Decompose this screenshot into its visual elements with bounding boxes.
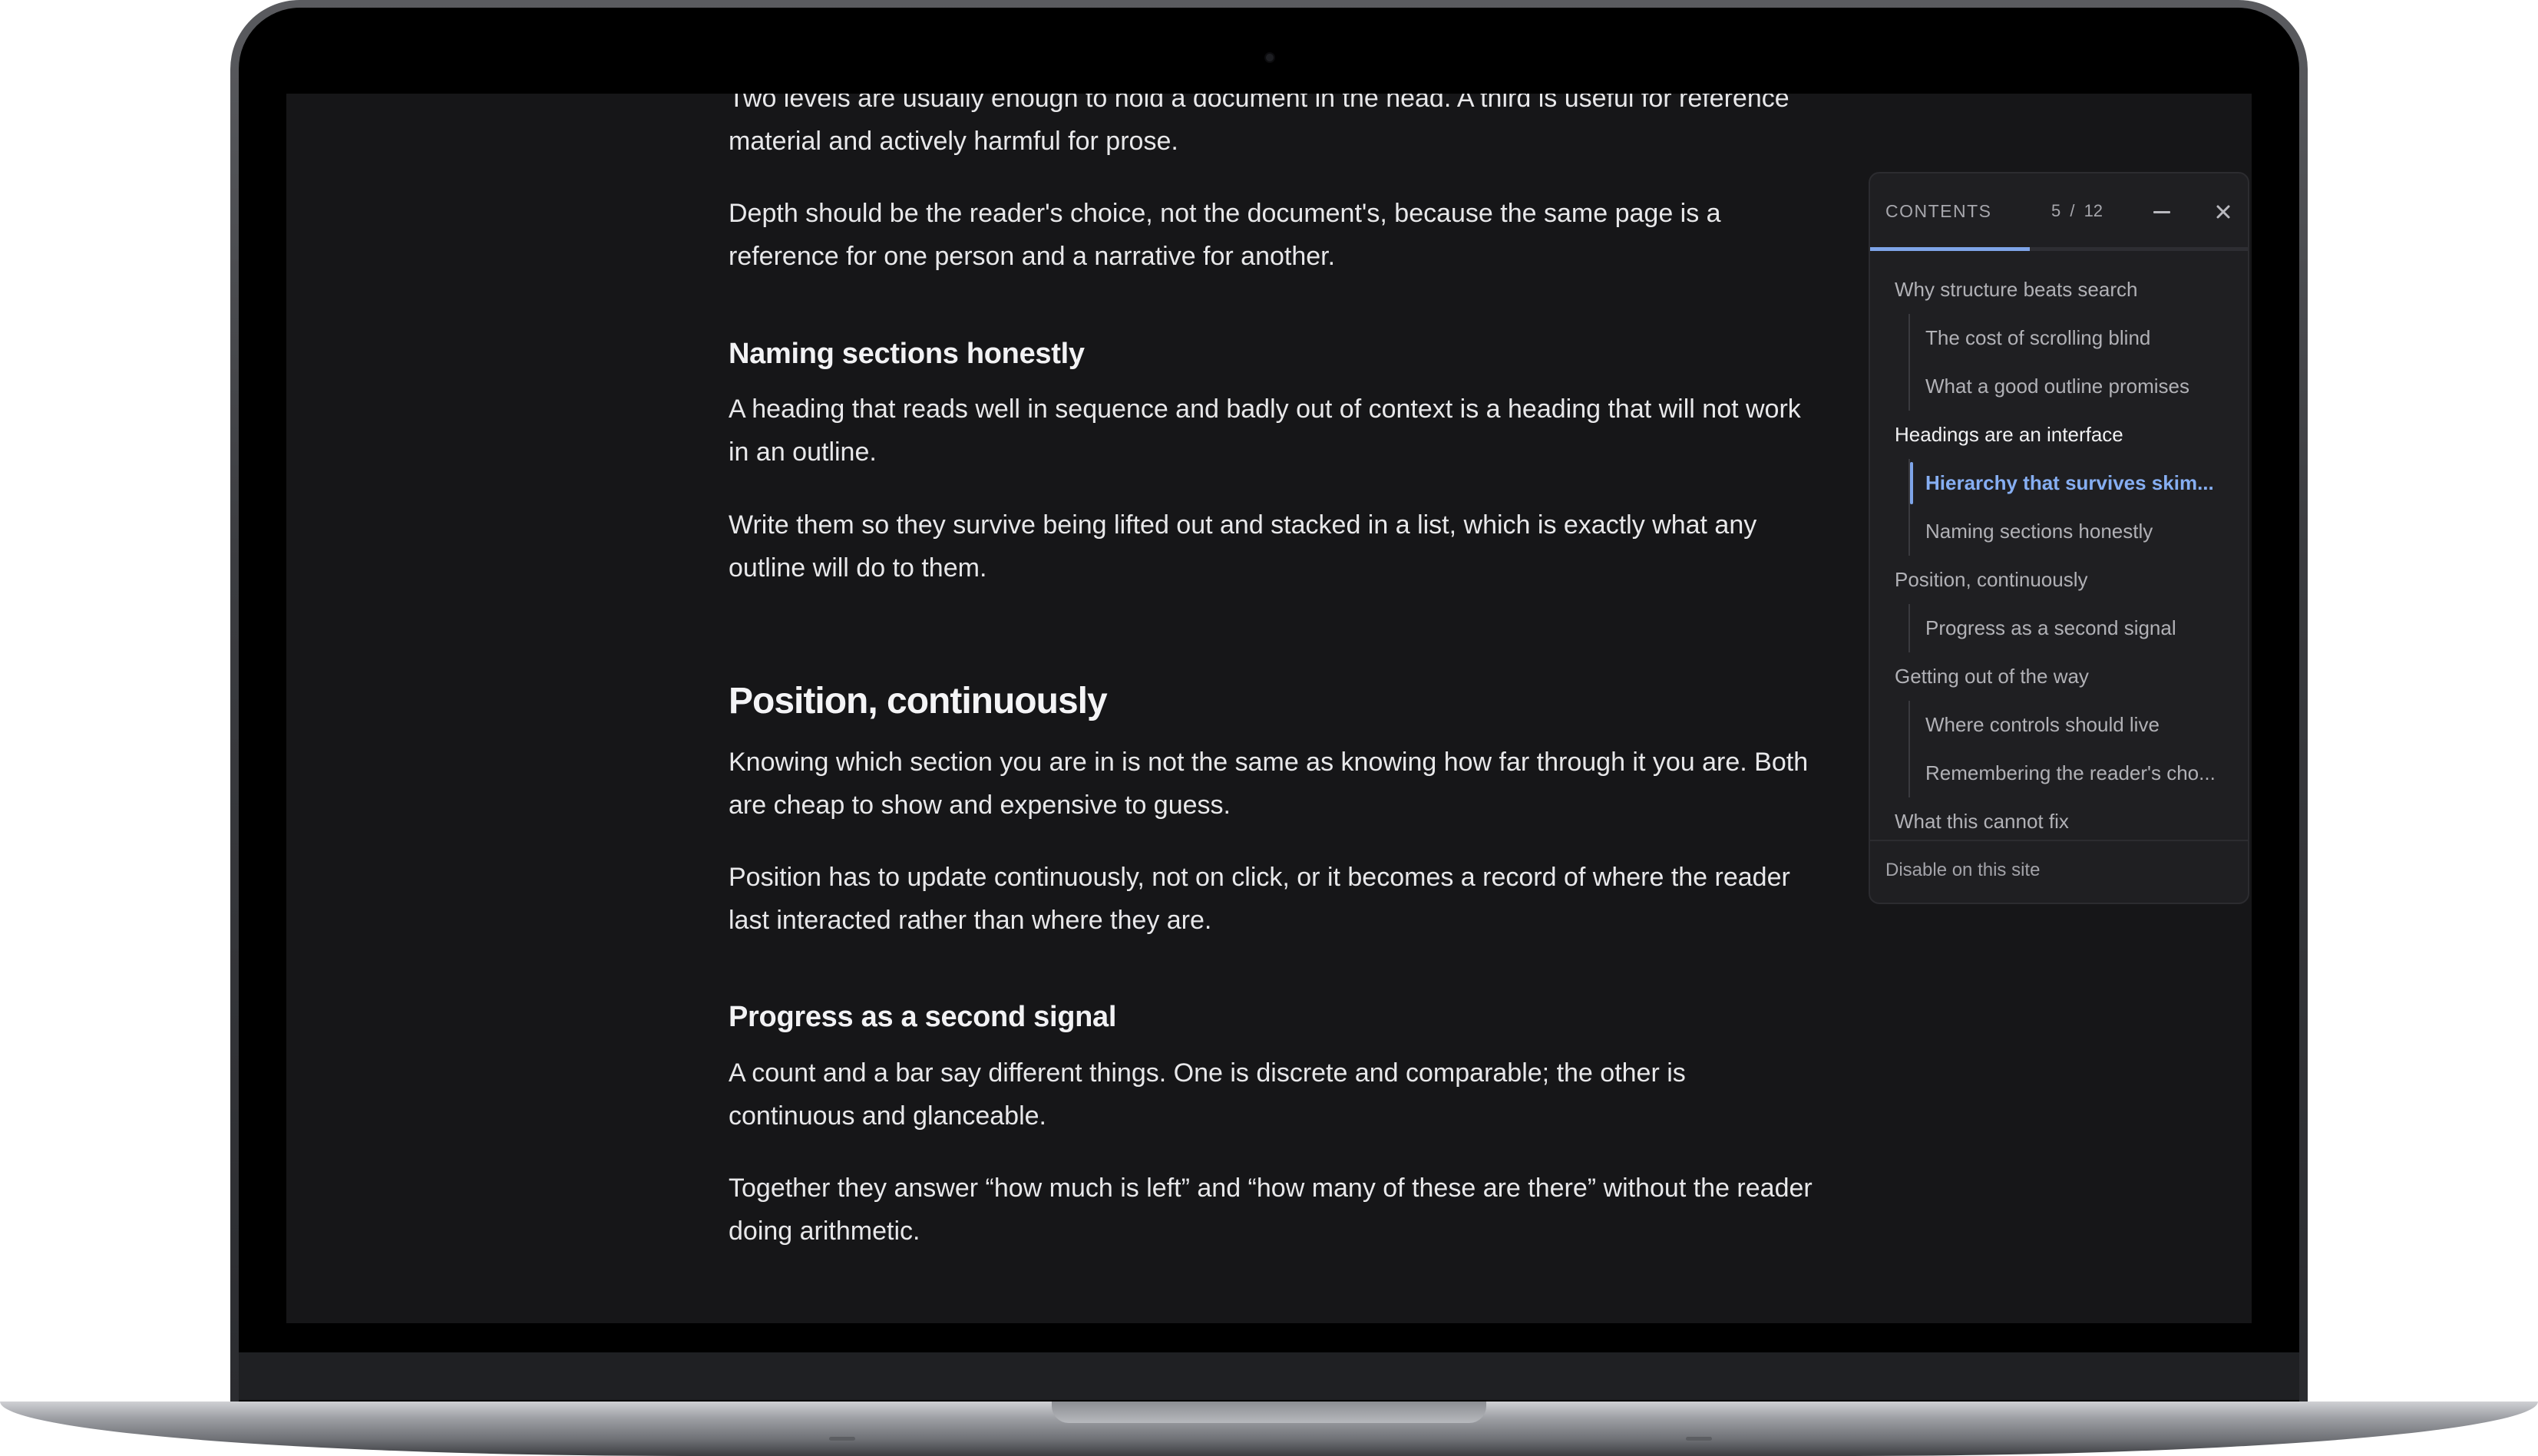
contents-item-label: Getting out of the way — [1895, 665, 2089, 688]
laptop-foot — [1686, 1437, 1712, 1441]
paragraph: Position has to update continuously, not… — [729, 863, 1790, 935]
contents-item[interactable]: Headings are an interface — [1870, 411, 2248, 459]
contents-title: CONTENTS — [1885, 201, 1992, 221]
contents-footer: Disable on this site — [1870, 840, 2248, 903]
paragraph: Knowing which section you are in is not … — [729, 748, 1809, 820]
contents-item[interactable]: Naming sections honestly — [1870, 507, 2248, 556]
paragraph: Together they answer “how much is left” … — [729, 1174, 1813, 1246]
contents-item[interactable]: Remembering the reader's cho... — [1870, 749, 2248, 797]
contents-item[interactable]: Getting out of the way — [1870, 652, 2248, 701]
section-counter: 5 / 12 — [2051, 201, 2103, 220]
contents-item-label: Why structure beats search — [1895, 278, 2138, 301]
close-icon — [2216, 205, 2230, 219]
contents-item-label: What this cannot fix — [1895, 810, 2069, 833]
contents-item[interactable]: Why structure beats search — [1870, 266, 2248, 314]
lid-notch — [1052, 1402, 1486, 1423]
contents-item-label: Remembering the reader's cho... — [1925, 761, 2216, 784]
contents-item-label: Naming sections honestly — [1925, 520, 2153, 543]
paragraph: Write them so they survive being lifted … — [729, 510, 1757, 583]
contents-item-label: Headings are an interface — [1895, 423, 2123, 446]
contents-item-label: Where controls should live — [1925, 713, 2160, 736]
contents-item[interactable]: What this cannot fix — [1870, 797, 2248, 846]
paragraph: Two levels are usually enough to hold a … — [729, 94, 1789, 156]
contents-item[interactable]: Position, continuously — [1870, 556, 2248, 604]
section-heading: Progress as a second signal — [729, 1001, 1117, 1033]
contents-item[interactable]: Progress as a second signal — [1870, 604, 2248, 652]
screen: Two levels are usually enough to hold a … — [286, 94, 2252, 1323]
contents-item[interactable]: Where controls should live — [1870, 701, 2248, 749]
progress-bar-fill — [1870, 247, 2031, 251]
contents-item-label: Hierarchy that survives skim... — [1925, 471, 2214, 494]
laptop-chin — [239, 1352, 2299, 1400]
section-heading: Naming sections honestly — [729, 338, 1085, 370]
contents-item[interactable]: What a good outline promises — [1870, 362, 2248, 411]
disable-site-link[interactable]: Disable on this site — [1885, 860, 2040, 881]
paragraph: A heading that reads well in sequence an… — [729, 395, 1801, 467]
minimize-button[interactable] — [2146, 196, 2177, 227]
contents-item[interactable]: The cost of scrolling blind — [1870, 314, 2248, 362]
contents-item-label: The cost of scrolling blind — [1925, 326, 2151, 349]
contents-item-label: What a good outline promises — [1925, 375, 2189, 398]
laptop-foot — [829, 1437, 855, 1441]
contents-item-label: Position, continuously — [1895, 568, 2088, 591]
contents-item[interactable]: Hierarchy that survives skim... — [1870, 459, 2248, 507]
paragraph: A count and a bar say different things. … — [729, 1058, 1686, 1131]
contents-panel: CONTENTS 5 / 12 Why structure beats sear… — [1869, 172, 2249, 904]
chapter-heading: Position, continuously — [729, 681, 1108, 721]
camera-icon — [1266, 54, 1274, 61]
contents-item-label: Progress as a second signal — [1925, 616, 2176, 639]
close-button[interactable] — [2208, 196, 2239, 227]
progress-bar — [1870, 247, 2248, 251]
paragraph: Depth should be the reader's choice, not… — [729, 199, 1721, 271]
minus-icon — [2153, 210, 2170, 213]
